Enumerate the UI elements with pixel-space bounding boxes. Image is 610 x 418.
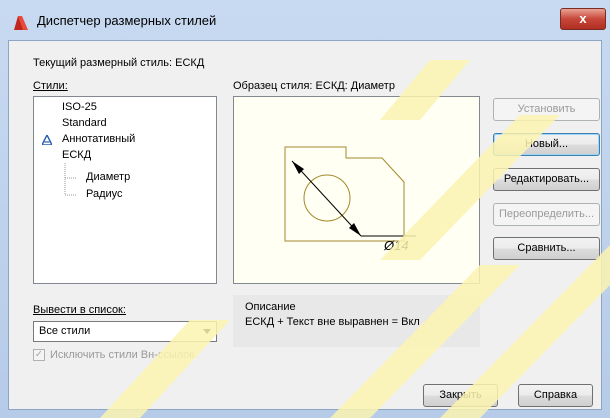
exclude-xref-label: Исключить стили Вн-ссылок <box>50 349 195 361</box>
description-panel: Описание ЕСКД + Текст вне выравнен = Вкл <box>233 295 480 347</box>
preview-label: Образец стиля: ЕСКД: Диаметр <box>233 80 395 92</box>
style-item-standard[interactable]: Standard <box>62 117 107 129</box>
close-window-button[interactable]: x <box>560 8 606 30</box>
style-item-iso25[interactable]: ISO-25 <box>62 101 97 113</box>
compare-styles-button[interactable]: Сравнить... <box>493 237 600 260</box>
override-style-button[interactable]: Переопределить... <box>493 203 600 226</box>
exclude-xref-checkbox[interactable]: ✓ <box>33 349 45 361</box>
set-current-button[interactable]: Установить <box>493 98 600 121</box>
list-filter-select[interactable]: Все стили <box>33 321 217 342</box>
style-item-eskd[interactable]: ЕСКД <box>62 149 91 161</box>
styles-label: Стили: <box>33 80 68 92</box>
description-text: ЕСКД + Текст вне выравнен = Вкл <box>245 316 420 328</box>
modify-style-button[interactable]: Редактировать... <box>493 168 600 191</box>
tree-connector-lines <box>64 163 77 196</box>
autocad-app-icon <box>14 16 28 30</box>
preview-drawing: Ø14 <box>284 146 416 253</box>
dropdown-arrow-icon <box>203 329 211 334</box>
window-title: Диспетчер размерных стилей <box>37 13 217 28</box>
description-title: Описание <box>245 301 296 313</box>
style-item-diameter[interactable]: Диаметр <box>86 171 130 183</box>
list-filter-value: Все стили <box>39 325 91 337</box>
styles-list[interactable]: ISO-25 Standard Аннотативный ЕСКД Диамет… <box>33 96 217 284</box>
preview-dimension-text: Ø14 <box>383 238 409 253</box>
help-button[interactable]: Справка <box>518 384 593 407</box>
title-bar: Диспетчер размерных стилей x <box>0 0 610 40</box>
current-style-label: Текущий размерный стиль: ЕСКД <box>33 57 205 69</box>
close-button[interactable]: Закрыть <box>423 384 498 407</box>
new-style-button[interactable]: Новый... <box>493 133 600 156</box>
style-item-radius[interactable]: Радиус <box>86 188 123 200</box>
list-filter-label: Вывести в список: <box>33 304 126 316</box>
style-item-annotative[interactable]: Аннотативный <box>62 133 135 145</box>
style-preview-panel: Ø14 <box>233 96 480 284</box>
annotative-icon <box>42 135 52 145</box>
